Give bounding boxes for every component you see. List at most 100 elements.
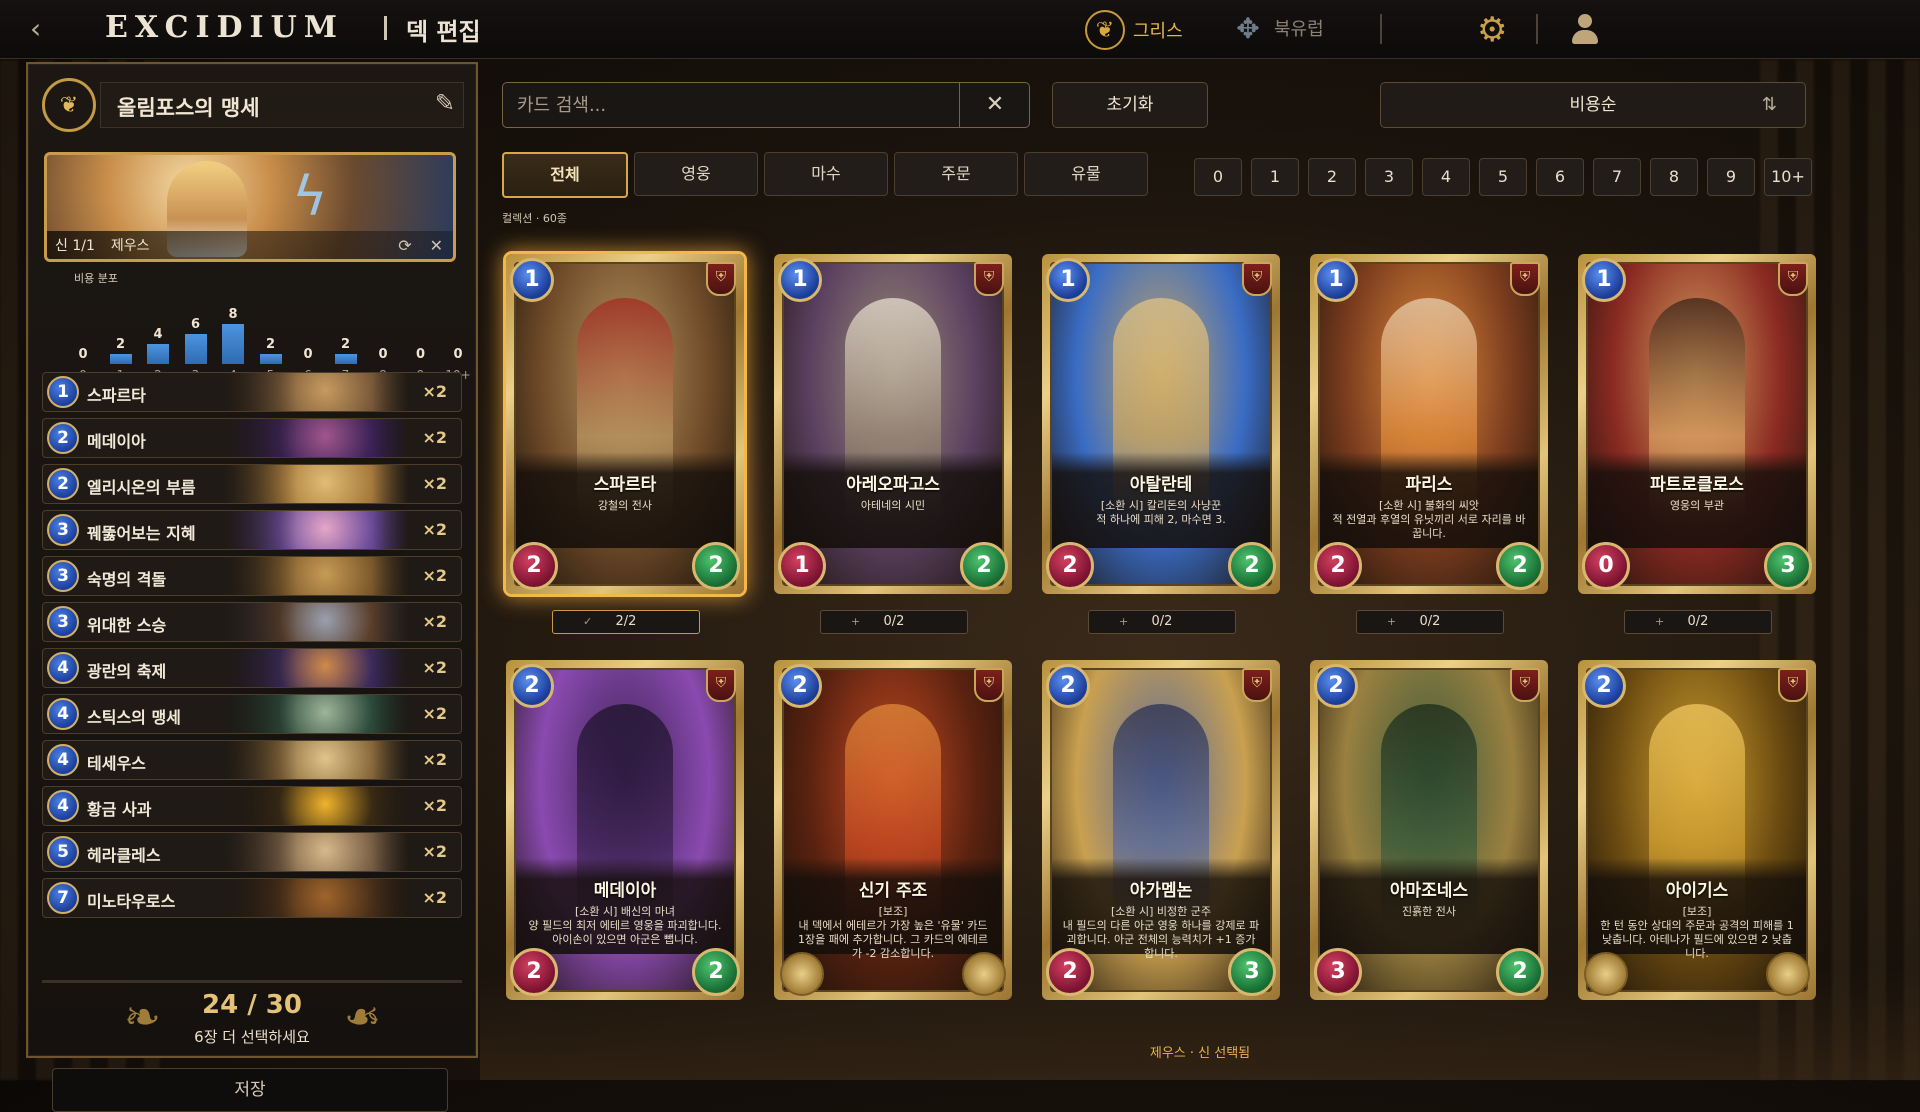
attack-stat: 2 [1046,948,1094,996]
card-description: 영웅의 부관 [1669,499,1725,512]
health-stat: 2 [692,948,740,996]
deck-list-item[interactable]: 3 위대한 스승 ×2 [42,602,462,642]
deck-list-item[interactable]: 7 미노타우로스 ×2 [42,878,462,918]
deck-card-quantity: ×2 [422,750,447,769]
card-owned-counter[interactable]: +0/2 [1624,610,1772,634]
collection-card[interactable]: 신기 주조 [보조] 내 덱에서 에테르가 가장 높은 '유물' 카드 1장을 패에… [774,660,1012,1000]
cost-filter-button[interactable]: 10+ [1764,158,1812,196]
mana-cost-badge: 1 [778,258,822,302]
deck-list-item[interactable]: 4 스틱스의 맹세 ×2 [42,694,462,734]
deck-card-name: 테세우스 [87,754,146,773]
deck-list-item[interactable]: 2 메데이아 ×2 [42,418,462,458]
sort-dropdown[interactable]: 비용순 ⇅ [1380,82,1806,128]
cost-filter-button[interactable]: 9 [1707,158,1755,196]
sort-arrows-icon: ⇅ [1761,94,1777,115]
deck-list-item[interactable]: 3 숙명의 격돌 ×2 [42,556,462,596]
card-owned-counter[interactable]: +0/2 [1088,610,1236,634]
collection-card[interactable]: 아가멤논 [소환 시] 비정한 군주 내 필드의 다른 아군 영웅 하나를 강제로 … [1042,660,1280,1000]
collection-card[interactable]: 파리스 [소환 시] 불화의 씨앗 적 전열과 후열의 유닛끼리 서로 자리를 바꿉… [1310,254,1548,594]
deck-list-item[interactable]: 4 광란의 축제 ×2 [42,648,462,688]
cost-curve-count: 8 [228,307,238,322]
deck-card-art [223,557,409,595]
owned-count: 0/2 [883,614,905,629]
card-owned-counter[interactable]: +0/2 [820,610,968,634]
deck-card-art [223,603,409,641]
mana-cost-badge: 3 [47,606,79,638]
deck-card-art [223,511,409,549]
type-tab[interactable]: 영웅 [634,152,758,196]
cost-curve-column: 00 [66,286,100,382]
reset-button[interactable]: 초기화 [1052,82,1208,128]
cost-filter-button[interactable]: 4 [1422,158,1470,196]
card-frame: 스파르타 강철의 전사 [514,262,736,586]
save-button[interactable]: 저장 [52,1068,448,1112]
mana-cost-badge: 1 [510,258,554,302]
collection-card[interactable]: 아이기스 [보조] 한 턴 동안 상대의 주문과 공격의 피해를 1 낮춥니다. 아… [1578,660,1816,1000]
cost-curve-count: 0 [303,347,313,362]
collection-card[interactable]: 메데이아 [소환 시] 배신의 마녀 양 필드의 최저 에테르 영웅을 파괴합니다.… [506,660,744,1000]
cost-filter-button[interactable]: 2 [1308,158,1356,196]
deck-card-quantity: ×2 [422,704,447,723]
deck-name-field[interactable]: 올림포스의 맹세 ✎ [100,82,464,128]
card-owned-counter[interactable]: ✓ 2/2 [552,610,700,634]
collection-card[interactable]: 아마조네스 진흙한 전사 2 ⛨ 3 2 [1310,660,1548,1000]
collection-card[interactable]: 아레오파고스 아테네의 시민 1 ⛨ 1 2 [774,254,1012,594]
pencil-icon[interactable]: ✎ [435,89,455,117]
card-description: [소환 시] 비정한 군주 내 필드의 다른 아군 영웅 하나를 강제로 파괴합니… [1062,905,1260,960]
cost-filter-button[interactable]: 0 [1194,158,1242,196]
footer-status: 제우스 · 신 선택됨 [1149,1046,1251,1061]
faction-tab-greece[interactable]: ❦ 그리스 [1085,10,1183,50]
cost-curve-column: 06 [291,286,325,382]
cost-filter-button[interactable]: 6 [1536,158,1584,196]
collection-card[interactable]: 스파르타 강철의 전사 1 ⛨ 2 2 [506,254,744,594]
card-frame: 아이기스 [보조] 한 턴 동안 상대의 주문과 공격의 피해를 1 낮춥니다. 아… [1586,668,1808,992]
cost-curve-column: 25 [254,286,288,382]
deck-card-art [223,465,409,503]
deck-list-item[interactable]: 1 스파르타 ×2 [42,372,462,412]
plus-icon: + [1119,615,1129,628]
collection-card[interactable]: 파트로클로스 영웅의 부관 1 ⛨ 0 3 [1578,254,1816,594]
hero-banner[interactable]: ϟ 신 1/1 제우스 ⟳ ✕ [44,152,456,262]
deck-card-quantity: ×2 [422,520,447,539]
mana-cost-badge: 4 [47,698,79,730]
mana-cost-badge: 7 [47,882,79,914]
deck-card-name: 미노타우로스 [87,892,176,911]
chevron-left-icon: ‹ [30,12,42,45]
search-input[interactable] [503,83,951,127]
collection-card[interactable]: 아탈란테 [소환 시] 칼리돈의 사냥꾼 적 하나에 피해 2, 마수면 3. 1 ⛨ 2… [1042,254,1280,594]
mana-cost-badge: 4 [47,744,79,776]
cost-filter-button[interactable]: 1 [1251,158,1299,196]
card-description: [소환 시] 불화의 씨앗 적 전열과 후열의 유닛끼리 서로 자리를 바꿉니다. [1332,499,1526,540]
close-icon[interactable]: ✕ [430,236,443,255]
mana-cost-badge: 3 [47,560,79,592]
back-button[interactable]: ‹ [30,14,60,44]
deck-card-art [223,649,409,687]
deck-list-item[interactable]: 5 헤라클레스 ×2 [42,832,462,872]
cost-filter-button[interactable]: 3 [1365,158,1413,196]
deck-hint: 6장 더 선택하세요 [194,1028,310,1046]
deck-list-item[interactable]: 2 엘리시온의 부름 ×2 [42,464,462,504]
type-tab[interactable]: 유물 [1024,152,1148,196]
card-text-box: 스파르타 강철의 전사 [516,452,734,548]
type-tab[interactable]: 전체 [502,152,628,198]
deck-list-item[interactable]: 4 테세우스 ×2 [42,740,462,780]
user-icon[interactable] [1568,12,1602,46]
type-tab[interactable]: 주문 [894,152,1018,196]
hero-name: 제우스 [110,238,150,254]
deck-list-item[interactable]: 3 꿰뚫어보는 지혜 ×2 [42,510,462,550]
faction-tab-nordic[interactable]: ✥ 북유럽 [1230,10,1323,46]
close-icon[interactable]: ✕ [959,83,1030,127]
card-description: 강철의 전사 [597,499,653,512]
card-owned-counter[interactable]: +0/2 [1356,610,1504,634]
card-text-box: 아탈란테 [소환 시] 칼리돈의 사냥꾼 적 하나에 피해 2, 마수면 3. [1052,452,1270,548]
gear-icon[interactable]: ⚙ [1477,10,1507,50]
type-tab[interactable]: 마수 [764,152,888,196]
swap-icon[interactable]: ⟳ [398,236,411,255]
deck-list-item[interactable]: 4 황금 사과 ×2 [42,786,462,826]
cost-filter-button[interactable]: 7 [1593,158,1641,196]
mana-cost-badge: 2 [1046,664,1090,708]
helmet-icon: ⛨ [1510,668,1540,702]
card-frame: 아가멤논 [소환 시] 비정한 군주 내 필드의 다른 아군 영웅 하나를 강제로 … [1050,668,1272,992]
cost-filter-button[interactable]: 8 [1650,158,1698,196]
cost-filter-button[interactable]: 5 [1479,158,1527,196]
